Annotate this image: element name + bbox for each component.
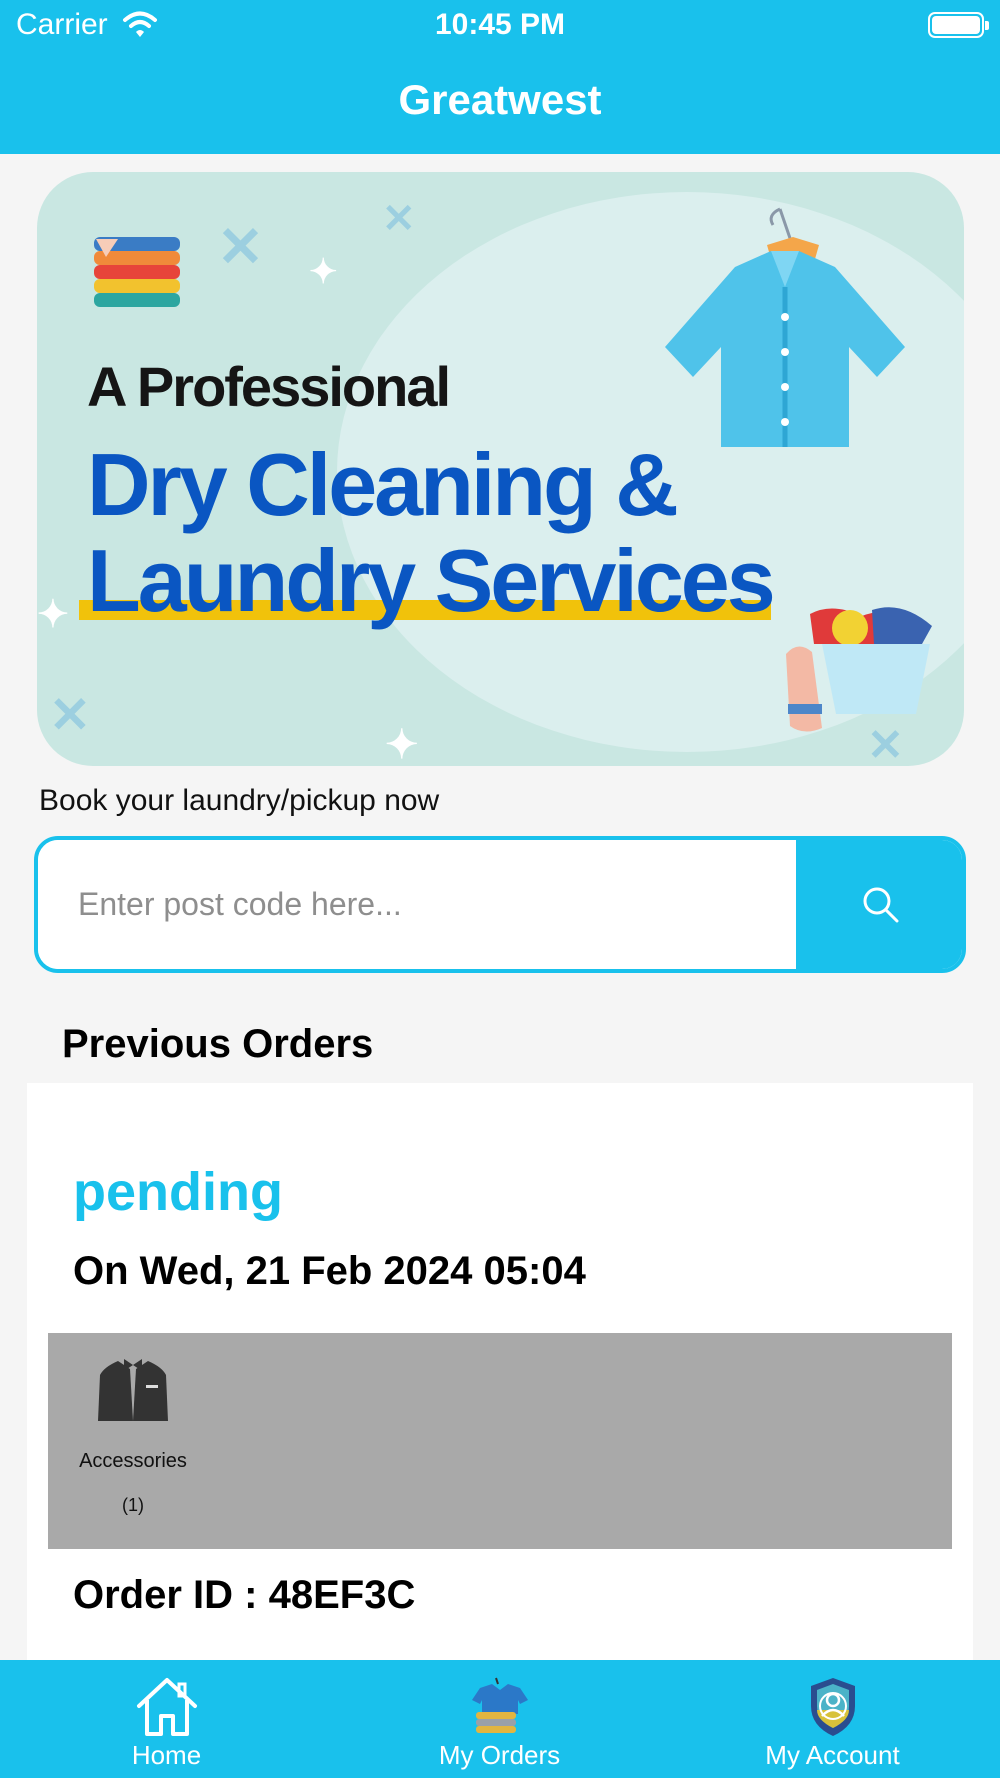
clock: 10:45 PM — [434, 8, 566, 41]
tab-my-account[interactable]: My Account — [666, 1660, 999, 1778]
banner-headline-line1: Dry Cleaning & — [87, 435, 679, 534]
page-title: Greatwest — [398, 76, 602, 123]
folded-clothes-icon — [94, 237, 180, 307]
laundry-basket-icon — [786, 607, 932, 732]
sparkle-x-icon: ✕ — [49, 687, 91, 743]
promo-banner: ✕ ✕ ✦ ✕ ✕ ✦ ✦ A Professional Dry Cleanin… — [37, 172, 964, 766]
status-bar: Carrier 10:45 PM — [0, 0, 1000, 50]
tuxedo-icon — [98, 1359, 168, 1421]
banner-headline-line2: Laundry Services — [87, 531, 776, 630]
battery-icon — [928, 12, 989, 38]
banner-headline-small: A Professional — [87, 355, 451, 418]
order-item-qty: (1) — [122, 1495, 144, 1515]
order-date: On Wed, 21 Feb 2024 05:04 — [73, 1249, 586, 1293]
postcode-input[interactable] — [38, 840, 794, 969]
tab-bar: Home My Orders My Account — [0, 1660, 1000, 1778]
order-status: pending — [73, 1162, 283, 1222]
tab-my-account-label: My Account — [765, 1740, 900, 1770]
shirt-icon — [665, 207, 905, 447]
order-id: Order ID : 48EF3C — [73, 1573, 416, 1617]
previous-orders-heading: Previous Orders — [62, 1022, 374, 1066]
tab-home-label: Home — [131, 1740, 202, 1770]
search-button[interactable] — [796, 840, 962, 969]
account-shield-icon — [810, 1678, 855, 1736]
laundry-orders-icon — [471, 1677, 528, 1733]
sparkle-star-icon: ✦ — [309, 253, 338, 291]
order-items-strip: Accessories (1) — [48, 1333, 952, 1549]
sparkle-x-icon: ✕ — [382, 197, 416, 241]
tab-my-orders[interactable]: My Orders — [333, 1660, 666, 1778]
postcode-search-box — [34, 836, 966, 973]
order-item: Accessories (1) — [68, 1357, 198, 1516]
tab-home[interactable]: Home — [0, 1660, 333, 1778]
home-icon — [136, 1678, 197, 1736]
book-pickup-label: Book your laundry/pickup now — [39, 784, 440, 817]
order-card[interactable]: pending On Wed, 21 Feb 2024 05:04 Access… — [27, 1083, 973, 1683]
tab-my-orders-label: My Orders — [438, 1740, 561, 1770]
order-item-name: Accessories — [79, 1450, 187, 1472]
sparkle-star-icon: ✦ — [37, 594, 69, 636]
sparkle-x-icon: ✕ — [217, 215, 264, 278]
search-icon — [863, 887, 899, 922]
sparkle-star-icon: ✦ — [385, 723, 419, 766]
nav-bar: Greatwest — [0, 50, 1000, 154]
